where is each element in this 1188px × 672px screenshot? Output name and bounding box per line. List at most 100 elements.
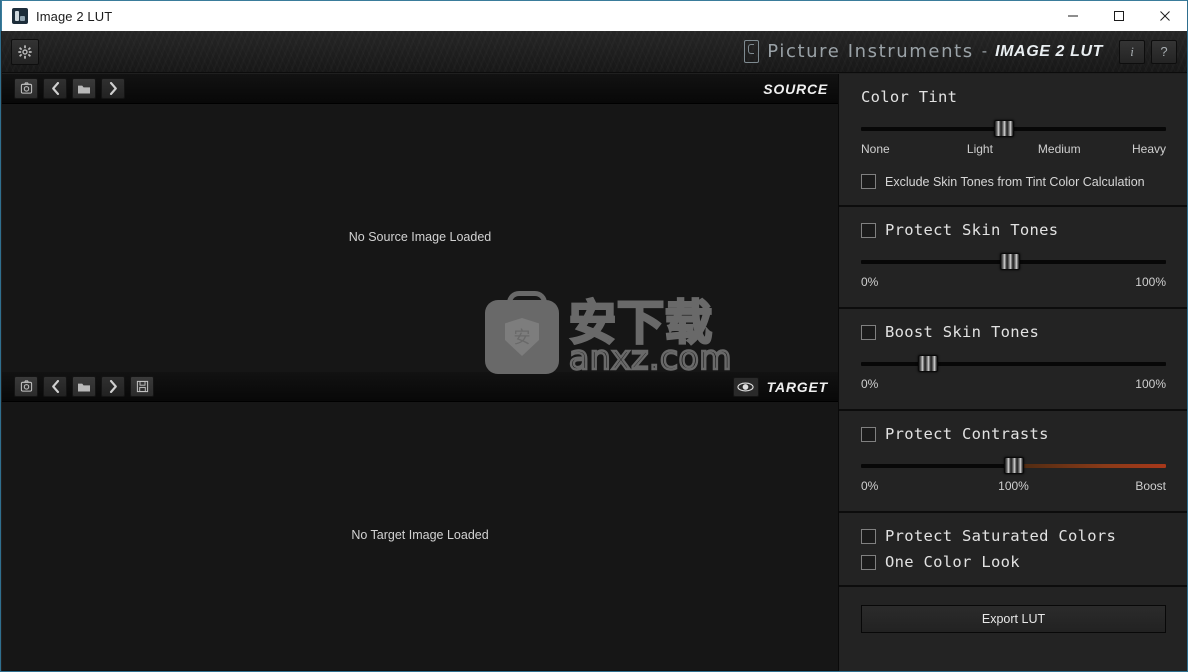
section-color-options: Protect Saturated Colors One Color Look [839,513,1187,587]
target-preview-toggle-button[interactable] [732,376,759,397]
folder-icon [78,383,90,391]
section-color-tint: Color Tint None Light Medium Heavy Exclu… [839,74,1187,207]
camera-icon [20,380,32,392]
target-open-folder-button[interactable] [72,376,96,397]
color-tint-slider[interactable] [861,120,1166,138]
color-tint-knob[interactable] [994,120,1015,137]
one-color-look-row[interactable]: One Color Look [861,553,1166,571]
preview-column: SOURCE No Source Image Loaded TARGET No … [2,74,838,671]
protect-skin-tones-label: Protect Skin Tones [885,221,1059,239]
section-protect-skin-tones: Protect Skin Tones 0% 100% [839,207,1187,309]
protect-contrasts-checkbox[interactable] [861,426,876,442]
protect-skin-tones-slider[interactable] [861,253,1166,271]
one-color-look-label: One Color Look [885,553,1020,571]
gear-icon [18,44,32,59]
brand-header-bar: Picture Instruments - IMAGE 2 LUT i ? [2,31,1187,73]
target-empty-message: No Target Image Loaded [351,528,489,542]
source-open-folder-button[interactable] [72,78,96,99]
protect-contrasts-slider[interactable] [861,457,1166,475]
source-toolbar: SOURCE [2,74,838,104]
boost-skin-tones-track [861,362,1166,366]
maximize-button[interactable] [1096,1,1142,31]
floppy-disk-icon [136,380,148,393]
target-next-button[interactable] [101,376,125,397]
export-section: Export LUT [839,587,1187,633]
info-button[interactable]: i [1119,39,1145,64]
source-preview-area[interactable]: No Source Image Loaded [2,104,838,372]
section-protect-contrasts: Protect Contrasts 0% 100% Boost [839,411,1187,513]
boost-skin-tones-label: Boost Skin Tones [885,323,1040,341]
color-tint-tick-medium: Medium [1037,142,1081,156]
protect-skin-tones-row[interactable]: Protect Skin Tones [861,221,1166,239]
protect-contrasts-tick-min: 0% [861,479,879,493]
color-tint-ticks: None Light Medium Heavy [861,142,1166,158]
color-tint-tick-light: Light [966,142,993,156]
boost-skin-tones-slider[interactable] [861,355,1166,373]
eye-icon [737,381,754,392]
boost-skin-tones-tick-min: 0% [861,377,879,391]
camera-icon [20,82,32,94]
app-icon [12,8,28,24]
source-previous-button[interactable] [43,78,67,99]
exclude-skin-tones-label: Exclude Skin Tones from Tint Color Calcu… [885,174,1145,189]
target-preview-area[interactable]: No Target Image Loaded [2,402,838,670]
help-button[interactable]: ? [1151,39,1177,64]
protect-contrasts-knob[interactable] [1003,457,1024,474]
protect-skin-tones-checkbox[interactable] [861,222,876,238]
protect-saturated-colors-label: Protect Saturated Colors [885,527,1117,545]
close-icon [1160,11,1170,21]
brand-separator: - [981,42,988,60]
chevron-left-icon [51,82,59,95]
export-lut-button[interactable]: Export LUT [861,605,1166,633]
target-previous-button[interactable] [43,376,67,397]
brand-name: Picture Instruments [767,41,974,62]
brand-lockup: Picture Instruments - IMAGE 2 LUT [744,40,1103,63]
picture-instruments-logo-icon [744,40,760,63]
close-button[interactable] [1142,1,1187,31]
target-save-image-button[interactable] [130,376,154,397]
source-empty-message: No Source Image Loaded [348,230,492,244]
chevron-right-icon [109,82,117,95]
protect-skin-tones-tick-min: 0% [861,275,879,289]
one-color-look-checkbox[interactable] [861,554,876,570]
protect-contrasts-ticks: 0% 100% Boost [861,479,1166,495]
window-title: Image 2 LUT [36,8,113,24]
protect-contrasts-label: Protect Contrasts [885,425,1049,443]
target-toolbar: TARGET [2,372,838,402]
boost-skin-tones-tick-max: 100% [1135,377,1166,391]
controls-panel: Color Tint None Light Medium Heavy Exclu… [838,74,1187,671]
exclude-skin-tones-row[interactable]: Exclude Skin Tones from Tint Color Calcu… [861,174,1166,189]
protect-saturated-colors-row[interactable]: Protect Saturated Colors [861,527,1166,545]
source-load-from-clipboard-button[interactable] [14,78,38,99]
protect-contrasts-tick-max: Boost [1135,479,1166,493]
color-tint-tick-none: None [861,142,890,156]
minimize-icon [1068,15,1078,17]
protect-contrasts-tick-mid: 100% [998,479,1029,493]
protect-saturated-colors-checkbox[interactable] [861,528,876,544]
protect-skin-tones-tick-max: 100% [1135,275,1166,289]
chevron-left-icon [51,380,59,393]
folder-icon [78,85,90,93]
protect-contrasts-row[interactable]: Protect Contrasts [861,425,1166,443]
protect-contrasts-boost-track [1013,464,1166,468]
source-pane-label: SOURCE [763,80,828,97]
boost-skin-tones-ticks: 0% 100% [861,377,1166,393]
color-tint-tick-heavy: Heavy [1131,142,1166,156]
boost-skin-tones-knob[interactable] [918,355,939,372]
protect-skin-tones-knob[interactable] [1000,253,1021,270]
settings-button[interactable] [11,38,39,65]
section-boost-skin-tones: Boost Skin Tones 0% 100% [839,309,1187,411]
color-tint-title: Color Tint [861,88,958,106]
exclude-skin-tones-checkbox[interactable] [861,174,876,189]
target-pane-label: TARGET [766,378,828,395]
boost-skin-tones-row[interactable]: Boost Skin Tones [861,323,1166,341]
minimize-button[interactable] [1050,1,1096,31]
product-name: IMAGE 2 LUT [995,42,1103,60]
maximize-icon [1114,11,1124,21]
chevron-right-icon [109,380,117,393]
target-load-from-clipboard-button[interactable] [14,376,38,397]
protect-skin-tones-ticks: 0% 100% [861,275,1166,291]
boost-skin-tones-checkbox[interactable] [861,324,876,340]
application-window: Image 2 LUT Picture Instruments - IMAGE … [0,0,1188,672]
source-next-button[interactable] [101,78,125,99]
